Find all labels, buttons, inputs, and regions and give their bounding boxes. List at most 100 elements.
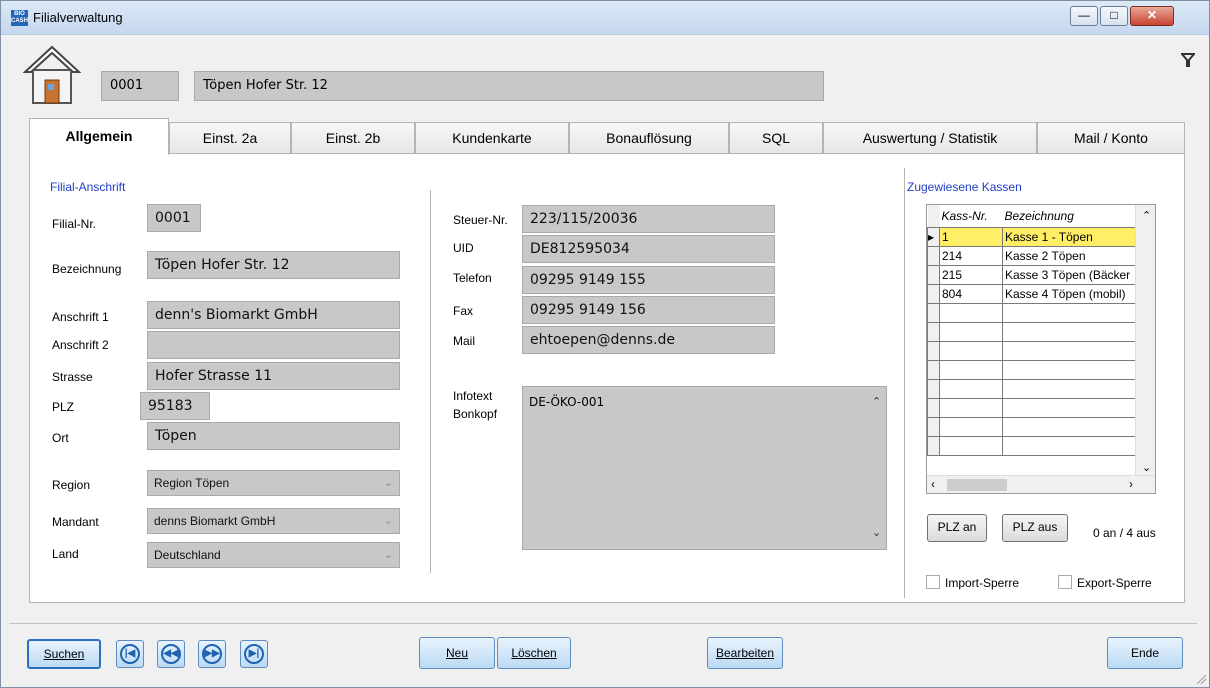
table-row[interactable]: ▸ 1 Kasse 1 - Töpen [927, 226, 1147, 247]
cell-bezeichnung[interactable]: Kasse 1 - Töpen [1002, 226, 1147, 247]
grid-vertical-scrollbar[interactable]: ⌃ ⌄ [1135, 205, 1155, 478]
tab-bonaufloesung[interactable]: Bonauflösung [569, 122, 729, 154]
kassen-table: Kass-Nr. Bezeichnung ▸ 1 Kasse 1 - Töpen… [927, 205, 1147, 456]
cell-kass-nr[interactable]: 215 [939, 264, 1003, 285]
last-icon: ▶| [244, 644, 264, 664]
row-indicator-icon: ▸ [927, 226, 940, 247]
plz-an-button[interactable]: PLZ an [927, 514, 987, 542]
chevron-down-icon: ⌄ [383, 515, 393, 527]
cell-kass-nr[interactable]: 1 [939, 226, 1003, 247]
loeschen-label: Löschen [511, 646, 557, 660]
next-record-button[interactable]: ▶▶ [198, 640, 226, 668]
resize-grip-icon[interactable] [1195, 673, 1207, 685]
tab-panel-allgemein: Filial-Anschrift Filial-Nr. 0001 Bezeich… [29, 153, 1185, 603]
cell-kass-nr[interactable]: 804 [939, 283, 1003, 304]
grid-horizontal-scrollbar[interactable]: ‹ › [927, 475, 1155, 493]
select-mandant[interactable]: denns Biomarkt GmbH ⌄ [147, 508, 400, 534]
tab-einst-2b[interactable]: Einst. 2b [291, 122, 415, 154]
close-button[interactable]: ✕ [1130, 6, 1174, 26]
kassen-grid[interactable]: Kass-Nr. Bezeichnung ▸ 1 Kasse 1 - Töpen… [926, 204, 1156, 494]
ende-button[interactable]: Ende [1107, 637, 1183, 669]
chevron-up-icon: ⌃ [872, 395, 882, 408]
previous-icon: ◀◀ [161, 644, 181, 664]
textarea-infotext-bonkopf[interactable]: DE-ÖKO-001 ⌃ ⌄ [522, 386, 887, 550]
header-indicator-cell [927, 205, 940, 227]
loeschen-button[interactable]: Löschen [497, 637, 571, 669]
tab-mail-konto[interactable]: Mail / Konto [1037, 122, 1185, 154]
label-ort: Ort [52, 431, 69, 445]
field-mail[interactable]: ehtoepen@denns.de [522, 326, 775, 354]
field-filial-nr[interactable]: 0001 [147, 204, 201, 232]
cell-kass-nr[interactable]: 214 [939, 245, 1003, 266]
house-icon [23, 45, 81, 104]
chevron-left-icon: ‹ [931, 477, 935, 491]
export-sperre-checkbox[interactable] [1058, 575, 1072, 589]
scrollbar-thumb[interactable] [947, 479, 1007, 491]
window-title: Filialverwaltung [33, 10, 123, 25]
tab-einst-2a[interactable]: Einst. 2a [169, 122, 291, 154]
label-fax: Fax [453, 304, 474, 318]
app-icon: BIO CASH [11, 10, 29, 26]
title-bar: BIO CASH Filialverwaltung — □ ✕ [1, 1, 1209, 35]
field-anschrift-1[interactable]: denn's Biomarkt GmbH [147, 301, 400, 329]
section-title-kassen: Zugewiesene Kassen [907, 180, 1022, 194]
suchen-label: Suchen [43, 647, 85, 661]
cell-bezeichnung[interactable]: Kasse 2 Töpen [1002, 245, 1147, 266]
table-header-row: Kass-Nr. Bezeichnung [927, 205, 1147, 227]
field-fax[interactable]: 09295 9149 156 [522, 296, 775, 324]
field-anschrift-2[interactable] [147, 331, 400, 359]
neu-button[interactable]: Neu [419, 637, 495, 669]
select-land[interactable]: Deutschland ⌄ [147, 542, 400, 568]
row-indicator [927, 245, 940, 266]
empty-row [927, 378, 1147, 399]
tab-auswertung-statistik[interactable]: Auswertung / Statistik [823, 122, 1037, 154]
first-record-button[interactable]: |◀ [116, 640, 144, 668]
next-icon: ▶▶ [202, 644, 222, 664]
suchen-button[interactable]: Suchen [27, 639, 101, 669]
label-strasse: Strasse [52, 370, 93, 384]
field-ort[interactable]: Töpen [147, 422, 400, 450]
bearbeiten-button[interactable]: Bearbeiten [707, 637, 783, 669]
filter-icon[interactable] [1179, 53, 1197, 72]
field-steuer-nr[interactable]: 223/115/20036 [522, 205, 775, 233]
cell-bezeichnung[interactable]: Kasse 4 Töpen (mobil) [1002, 283, 1147, 304]
table-row[interactable]: 215 Kasse 3 Töpen (Bäcker [927, 264, 1147, 285]
label-filial-nr: Filial-Nr. [52, 217, 96, 231]
chevron-down-icon: ⌄ [383, 477, 393, 489]
label-land: Land [52, 547, 79, 561]
label-telefon: Telefon [453, 271, 492, 285]
label-uid: UID [453, 241, 474, 255]
field-telefon[interactable]: 09295 9149 155 [522, 266, 775, 294]
column-header-bezeichnung[interactable]: Bezeichnung [1002, 205, 1147, 227]
label-bonkopf: Bonkopf [453, 407, 498, 421]
export-sperre-label: Export-Sperre [1077, 576, 1152, 590]
maximize-button[interactable]: □ [1100, 6, 1128, 26]
field-strasse[interactable]: Hofer Strasse 11 [147, 362, 400, 390]
plz-aus-button[interactable]: PLZ aus [1002, 514, 1068, 542]
cell-bezeichnung[interactable]: Kasse 3 Töpen (Bäcker [1002, 264, 1147, 285]
field-bezeichnung[interactable]: Töpen Hofer Str. 12 [147, 251, 400, 279]
table-row[interactable]: 804 Kasse 4 Töpen (mobil) [927, 283, 1147, 304]
empty-row [927, 416, 1147, 437]
table-row[interactable]: 214 Kasse 2 Töpen [927, 245, 1147, 266]
minimize-button[interactable]: — [1070, 6, 1098, 26]
header-branch-no: 0001 [101, 71, 179, 101]
tab-allgemein[interactable]: Allgemein [29, 118, 169, 155]
last-record-button[interactable]: ▶| [240, 640, 268, 668]
first-icon: |◀ [120, 644, 140, 664]
field-uid[interactable]: DE812595034 [522, 235, 775, 263]
chevron-down-icon: ⌄ [383, 549, 393, 561]
select-region[interactable]: Region Töpen ⌄ [147, 470, 400, 496]
column-header-kass-nr[interactable]: Kass-Nr. [939, 205, 1003, 227]
textarea-scrollbar[interactable]: ⌃ ⌄ [868, 387, 886, 549]
column-divider-right [904, 168, 905, 598]
chevron-right-icon: › [1129, 477, 1133, 491]
field-plz[interactable]: 95183 [140, 392, 210, 420]
row-indicator [927, 264, 940, 285]
tab-sql[interactable]: SQL [729, 122, 823, 154]
previous-record-button[interactable]: ◀◀ [157, 640, 185, 668]
import-sperre-checkbox[interactable] [926, 575, 940, 589]
section-title-address: Filial-Anschrift [50, 180, 126, 194]
tab-kundenkarte[interactable]: Kundenkarte [415, 122, 569, 154]
empty-row [927, 340, 1147, 361]
